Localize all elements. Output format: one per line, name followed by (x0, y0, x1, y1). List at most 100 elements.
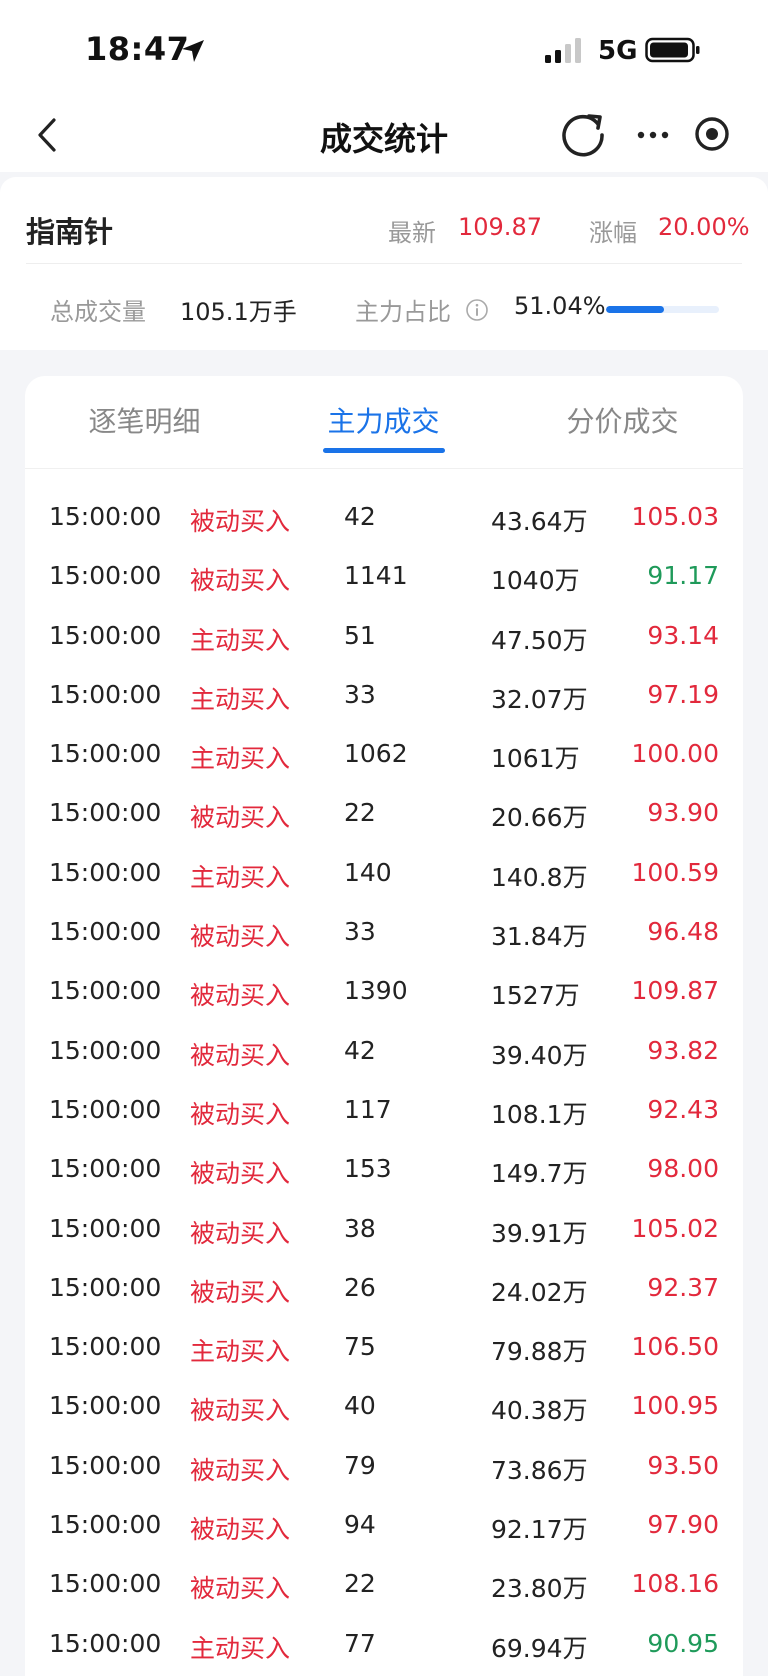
trade-amount: 39.91万 (491, 1218, 588, 1248)
trade-time: 15:00:00 (49, 1035, 162, 1065)
trade-type: 被动买入 (190, 1455, 291, 1485)
main-force-ratio-bar (606, 306, 719, 313)
trade-row: 15:00:00 主动买入 33 32.07万 97.19 (25, 668, 743, 727)
trade-volume: 1062 (344, 739, 408, 769)
trade-volume: 75 (344, 1332, 376, 1362)
trade-price: 93.90 (647, 798, 719, 828)
trade-type: 被动买入 (190, 1277, 291, 1307)
trade-price: 100.59 (631, 857, 719, 887)
trade-type: 被动买入 (190, 922, 291, 952)
trade-type: 被动买入 (190, 981, 291, 1011)
trade-time: 15:00:00 (49, 1569, 162, 1599)
trade-row: 15:00:00 被动买入 38 39.91万 105.02 (25, 1202, 743, 1261)
trade-amount: 1061万 (491, 744, 580, 774)
trade-amount: 108.1万 (491, 1099, 588, 1129)
trade-type: 被动买入 (190, 803, 291, 833)
trade-row: 15:00:00 被动买入 26 24.02万 92.37 (25, 1261, 743, 1320)
trade-time: 15:00:00 (49, 917, 162, 947)
info-icon[interactable] (465, 298, 489, 322)
trade-amount: 39.40万 (491, 1040, 588, 1070)
trade-volume: 117 (344, 1094, 392, 1124)
trade-price: 98.00 (647, 1154, 719, 1184)
trade-type: 主动买入 (190, 684, 291, 714)
trade-type: 主动买入 (190, 1633, 291, 1663)
location-arrow-icon (182, 40, 204, 62)
more-icon[interactable] (633, 120, 673, 150)
trade-time: 15:00:00 (49, 1628, 162, 1658)
refresh-icon[interactable] (558, 108, 608, 158)
latest-price-value: 109.87 (458, 213, 542, 241)
trade-row: 15:00:00 被动买入 42 43.64万 105.03 (25, 490, 743, 549)
trade-type: 被动买入 (190, 1099, 291, 1129)
trade-volume: 22 (344, 798, 376, 828)
tab-price-distribution[interactable]: 分价成交 (503, 400, 742, 440)
trade-type: 被动买入 (190, 1218, 291, 1248)
total-volume-value: 105.1万手 (180, 298, 297, 326)
trade-amount: 31.84万 (491, 922, 588, 952)
active-tab-indicator (323, 448, 445, 453)
trade-volume: 51 (344, 620, 376, 650)
trade-volume: 33 (344, 679, 376, 709)
trade-time: 15:00:00 (49, 620, 162, 650)
main-force-ratio-value: 51.04% (514, 292, 606, 320)
trade-amount: 1527万 (491, 981, 580, 1011)
trade-volume: 94 (344, 1510, 376, 1540)
change-percent-label: 涨幅 (589, 219, 637, 247)
trade-time: 15:00:00 (49, 1332, 162, 1362)
tab-tick-detail[interactable]: 逐笔明细 (25, 400, 264, 440)
tab-main-force-trades[interactable]: 主力成交 (264, 400, 503, 440)
trade-type: 主动买入 (190, 744, 291, 774)
trade-amount: 43.64万 (491, 507, 588, 536)
trade-price: 91.17 (647, 561, 719, 591)
trade-volume: 26 (344, 1272, 376, 1302)
stock-name: 指南针 (26, 215, 114, 249)
trade-row: 15:00:00 被动买入 22 20.66万 93.90 (25, 786, 743, 845)
trade-rows: 15:00:00 被动买入 42 43.64万 105.03 15:00:00 被动买入 11… (25, 490, 743, 1676)
main-force-ratio-bar-fill (606, 306, 664, 313)
trade-price: 92.37 (647, 1272, 719, 1302)
trade-price: 106.50 (631, 1332, 719, 1362)
trade-row: 15:00:00 被动买入 1141 1040万 91.17 (25, 549, 743, 608)
trade-row: 15:00:00 被动买入 153 149.7万 98.00 (25, 1142, 743, 1201)
trade-time: 15:00:00 (49, 1094, 162, 1124)
trade-amount: 69.94万 (491, 1633, 588, 1663)
battery-icon (645, 37, 700, 63)
trade-row: 15:00:00 被动买入 79 73.86万 93.50 (25, 1439, 743, 1498)
trade-volume: 1390 (344, 976, 408, 1006)
trade-time: 15:00:00 (49, 1272, 162, 1302)
trade-type: 被动买入 (190, 1515, 291, 1545)
trade-type: 主动买入 (190, 625, 291, 655)
trade-type: 主动买入 (190, 862, 291, 892)
target-icon[interactable] (693, 115, 731, 153)
trade-volume: 79 (344, 1450, 376, 1480)
trade-price: 100.00 (631, 739, 719, 769)
trade-amount: 92.17万 (491, 1515, 588, 1545)
trade-volume: 1141 (344, 561, 408, 591)
trade-price: 97.90 (647, 1510, 719, 1540)
trade-row: 15:00:00 主动买入 77 69.94万 90.95 (25, 1617, 743, 1676)
trade-type: 被动买入 (190, 1159, 291, 1189)
trade-volume: 140 (344, 857, 392, 887)
trade-time: 15:00:00 (49, 1213, 162, 1243)
stock-summary-card: 指南针 最新 109.87 涨幅 20.00% 总成交量 105.1万手 主力占… (0, 177, 768, 350)
trade-time: 15:00:00 (49, 1450, 162, 1480)
trade-amount: 24.02万 (491, 1277, 588, 1307)
change-percent-value: 20.00% (658, 213, 750, 241)
trade-row: 15:00:00 被动买入 94 92.17万 97.90 (25, 1498, 743, 1557)
trade-time: 15:00:00 (49, 502, 162, 531)
trade-volume: 22 (344, 1569, 376, 1599)
trade-amount: 1040万 (491, 566, 580, 596)
trade-volume: 38 (344, 1213, 376, 1243)
trade-amount: 140.8万 (491, 862, 588, 892)
trade-row: 15:00:00 主动买入 140 140.8万 100.59 (25, 846, 743, 905)
trade-time: 15:00:00 (49, 1391, 162, 1421)
trade-price: 109.87 (631, 976, 719, 1006)
trade-type: 被动买入 (190, 566, 291, 596)
trade-volume: 40 (344, 1391, 376, 1421)
trade-type: 被动买入 (190, 1040, 291, 1070)
latest-price-label: 最新 (388, 219, 436, 247)
trade-volume: 42 (344, 1035, 376, 1065)
trade-row: 15:00:00 主动买入 1062 1061万 100.00 (25, 727, 743, 786)
trade-price: 93.82 (647, 1035, 719, 1065)
trade-time: 15:00:00 (49, 976, 162, 1006)
